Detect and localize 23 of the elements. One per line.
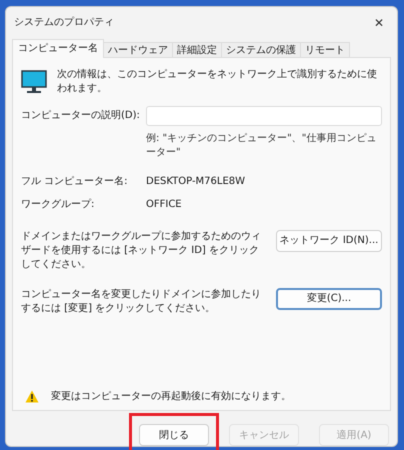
description-field[interactable]	[146, 106, 382, 126]
field-value: DESKTOP-M76LE8W	[146, 174, 246, 189]
field-value: OFFICE	[146, 198, 182, 212]
monitor-icon	[21, 70, 47, 94]
field-label: ワークグループ:	[21, 198, 96, 212]
notice-text: 変更はコンピューターの再起動後に有効になります。	[51, 390, 291, 404]
instruction-text: コンピューター名を変更したりドメインに参加したりするには [変更] をクリックしてください。	[21, 288, 262, 316]
close-button[interactable]: ✕	[365, 10, 393, 35]
field-label: フル コンピューター名:	[21, 174, 129, 189]
window-title: システムのプロパティ	[14, 16, 114, 30]
example-text: 例: "キッチンのコンピューター"、"仕事用コンピューター"	[146, 132, 378, 160]
intro-text: 次の情報は、このコンピューターをネットワーク上で識別するために使われます。	[57, 68, 378, 96]
tab[interactable]: 詳細設定	[173, 42, 222, 58]
tab[interactable]: コンピューター名	[12, 38, 104, 58]
warning-icon	[25, 390, 39, 402]
action-button[interactable]: 変更(C)...	[276, 288, 382, 310]
tab[interactable]: システムの保護	[222, 42, 301, 58]
tab[interactable]: ハードウェア	[104, 42, 173, 58]
dialog-button[interactable]: 閉じる	[139, 424, 209, 446]
description-label: コンピューターの説明(D):	[21, 108, 141, 124]
action-button[interactable]: ネットワーク ID(N)...	[276, 230, 382, 252]
instruction-text: ドメインまたはワークグループに参加するためのウィザードを使用するには [ネットワーク ID] をクリックしてください。	[21, 230, 262, 272]
tab[interactable]: リモート	[301, 42, 350, 58]
